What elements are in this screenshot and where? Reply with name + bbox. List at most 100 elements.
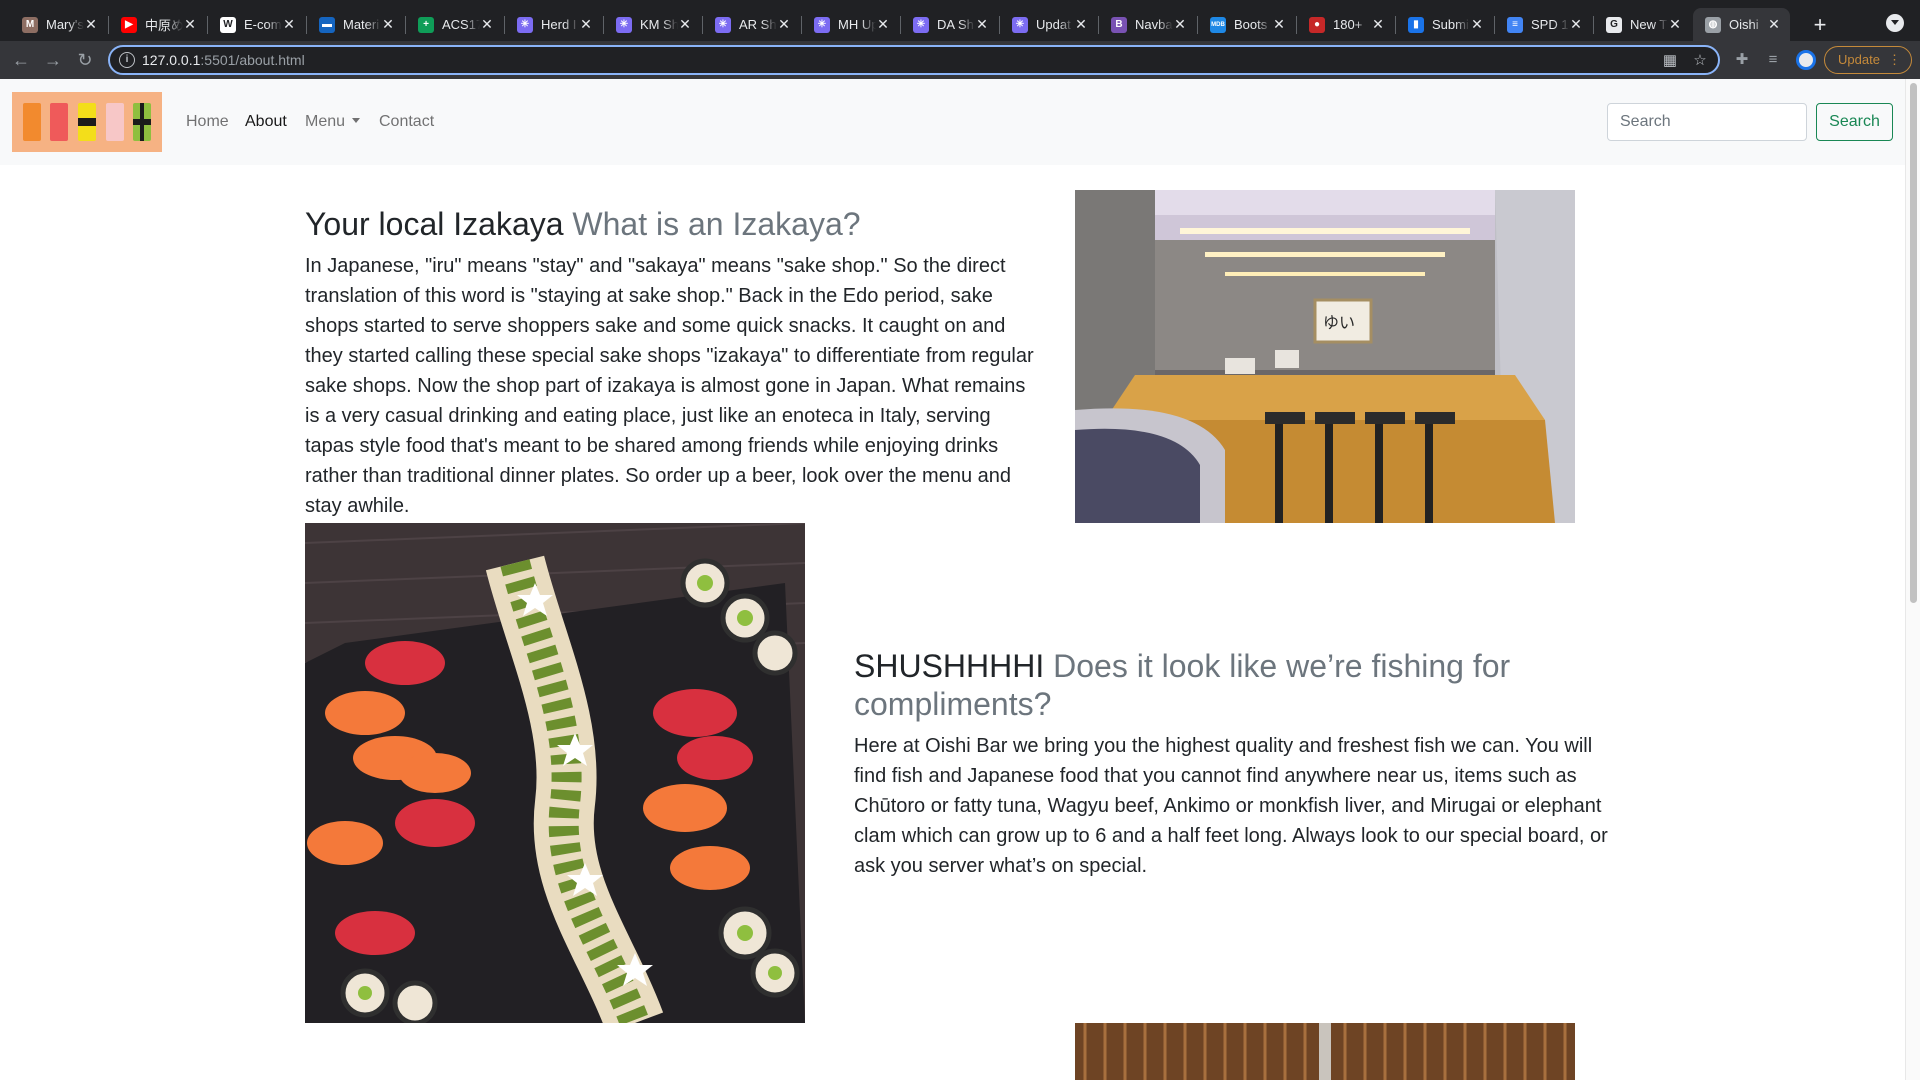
tab-close-icon[interactable]: ✕ [380,16,396,32]
tab-close-icon[interactable]: ✕ [875,16,891,32]
tab-title: Updat [1036,17,1071,32]
tab-close-icon[interactable]: ✕ [1073,16,1089,32]
page-scrollbar[interactable] [1905,79,1920,1080]
browser-tab[interactable]: ✳ KM Sh ✕ [604,8,701,41]
tab-title: 中原め [145,18,183,33]
tab-close-icon[interactable]: ✕ [182,16,198,32]
page-viewport: Home About Menu Contact Search Your loca… [0,79,1920,1080]
logo-sushi-piece [77,103,96,141]
address-path: :5501/about.html [200,52,305,68]
tab-favicon-icon: ✳ [913,16,929,33]
search-button[interactable]: Search [1816,103,1893,141]
browser-toolbar: ← → ↻ i 127.0.0.1:5501/about.html ▦ ☆ ✚ … [0,41,1920,79]
tab-favicon-icon: ◍ [1705,16,1721,33]
tab-close-icon[interactable]: ✕ [83,16,99,32]
profile-avatar-icon[interactable] [1796,50,1816,70]
tab-favicon-icon: ✳ [517,16,533,33]
browser-tab[interactable]: G New T ✕ [1594,8,1691,41]
address-host: 127.0.0.1 [142,52,201,68]
tab-close-icon[interactable]: ✕ [479,16,495,32]
back-arrow-icon[interactable]: ← [8,47,34,73]
tab-title: SPD 1 [1531,17,1569,32]
nav-menu-label: Menu [305,113,346,130]
reading-list-icon[interactable]: ≡ [1763,50,1783,70]
tab-close-icon[interactable]: ✕ [1667,16,1683,32]
tab-favicon-icon: M [22,16,38,33]
more-menu-icon[interactable]: ⋮ [1888,47,1901,73]
browser-tab[interactable]: B Navba ✕ [1099,8,1196,41]
tab-close-icon[interactable]: ✕ [1469,16,1485,32]
browser-tab[interactable]: ▬ Materi ✕ [307,8,404,41]
tab-search-icon[interactable] [1886,14,1904,32]
tab-favicon-icon: MDB [1210,16,1226,33]
site-logo[interactable] [12,92,162,152]
address-url: 127.0.0.1:5501/about.html [142,52,305,68]
scrollbar-thumb[interactable] [1910,83,1917,603]
bookmark-star-icon[interactable]: ☆ [1690,51,1710,71]
browser-tab[interactable]: ✳ DA Sh ✕ [901,8,998,41]
izakaya-paragraph: In Japanese, "iru" means "stay" and "sak… [305,255,1034,517]
browser-tab[interactable]: ✳ Herd I ✕ [505,8,602,41]
site-info-icon[interactable]: i [119,52,135,68]
tab-close-icon[interactable]: ✕ [578,16,594,32]
svg-text:ゆい: ゆい [1323,313,1355,332]
browser-tab[interactable]: ✳ Updat ✕ [1000,8,1097,41]
tab-close-icon[interactable]: ✕ [677,16,693,32]
tab-favicon-icon: B [1111,16,1127,33]
tab-favicon-icon: ✳ [715,16,731,33]
site-navbar: Home About Menu Contact Search [0,79,1905,165]
tab-close-icon[interactable]: ✕ [776,16,792,32]
tab-title: DA Sh [937,17,974,32]
nav-about-link[interactable]: About [245,113,287,131]
shush-title: SHUSHHHHI [854,648,1045,684]
browser-tab[interactable]: ≡ SPD 1 ✕ [1495,8,1592,41]
tab-favicon-icon: ✳ [616,16,632,33]
logo-sushi-piece [50,103,69,141]
reload-icon[interactable]: ↻ [72,47,98,73]
tab-title: MH Up [838,17,876,32]
tab-favicon-icon: W [220,16,236,33]
nav-home-link[interactable]: Home [186,113,229,131]
tab-favicon-icon: ▬ [319,16,335,33]
tab-title: Boots [1234,17,1268,32]
tab-close-icon[interactable]: ✕ [1568,16,1584,32]
logo-sushi-piece [22,103,41,141]
browser-tab[interactable]: W E-com ✕ [208,8,305,41]
browser-tab[interactable]: ✳ MH Up ✕ [802,8,899,41]
browser-tab[interactable]: ▶ 中原め ✕ [109,8,206,41]
tab-close-icon[interactable]: ✕ [1172,16,1188,32]
new-tab-button[interactable]: + [1806,12,1834,40]
tab-close-icon[interactable]: ✕ [1766,16,1782,32]
forward-arrow-icon[interactable]: → [40,47,66,73]
tab-close-icon[interactable]: ✕ [1271,16,1287,32]
search-input[interactable] [1607,103,1807,141]
nav-contact-link[interactable]: Contact [379,113,434,131]
browser-tab[interactable]: ▮ Submi ✕ [1396,8,1493,41]
izakaya-heading: Your local Izakaya What is an Izakaya? [305,205,1045,243]
address-bar[interactable]: i 127.0.0.1:5501/about.html ▦ ☆ [108,45,1720,75]
tab-title: 180+ [1333,17,1363,32]
browser-tab[interactable]: + ACS17 ✕ [406,8,503,41]
wood-ceiling-image [1075,1023,1575,1080]
browser-tab[interactable]: ● 180+ ✕ [1297,8,1394,41]
tab-title: Submi [1432,17,1469,32]
extensions-puzzle-icon[interactable]: ✚ [1732,50,1752,70]
tab-title: Herd I [541,17,577,32]
restaurant-interior-image: ゆい [1075,190,1575,523]
tab-favicon-icon: + [418,16,434,33]
browser-tab[interactable]: MDB Boots ✕ [1198,8,1295,41]
browser-update-button[interactable]: Update ⋮ [1824,46,1912,74]
izakaya-subtitle: What is an Izakaya? [572,206,861,242]
tab-close-icon[interactable]: ✕ [974,16,990,32]
chevron-down-icon [352,118,361,123]
browser-tab-strip: M Mary's ✕ ▶ 中原め ✕ W E-com ✕ ▬ Materi ✕ + ACS17 ✕ ✳ Herd… [0,0,1920,41]
nav-menu-dropdown[interactable]: Menu [305,113,361,131]
izakaya-title: Your local Izakaya [305,206,564,242]
qr-code-icon[interactable]: ▦ [1660,51,1680,71]
tab-close-icon[interactable]: ✕ [1370,16,1386,32]
browser-tab[interactable]: ✳ AR Sh ✕ [703,8,800,41]
tab-favicon-icon: ≡ [1507,16,1523,33]
browser-tab[interactable]: ◍ Oishi ✕ [1693,8,1790,41]
browser-tab[interactable]: M Mary's ✕ [10,8,107,41]
tab-close-icon[interactable]: ✕ [281,16,297,32]
